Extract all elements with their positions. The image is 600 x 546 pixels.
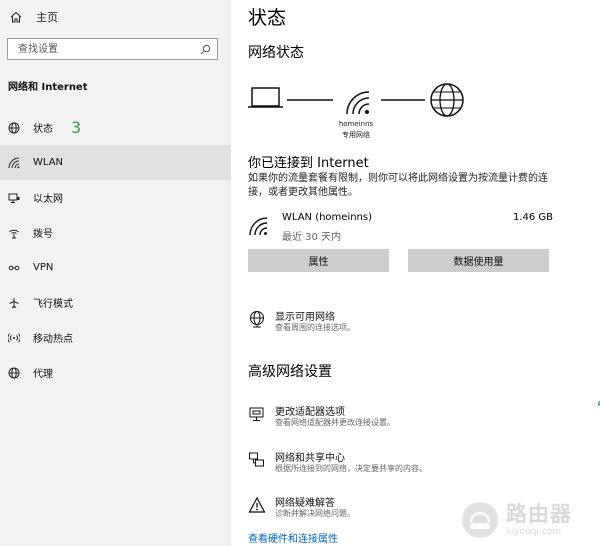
search-box[interactable] (7, 38, 218, 60)
sidebar-item-ethernet[interactable]: 以太网 (0, 180, 231, 215)
home-link[interactable]: 主页 (8, 8, 58, 26)
sidebar-item-vpn[interactable]: VPN (0, 250, 231, 285)
sidebar-item-label: WLAN (33, 157, 64, 168)
section-title: 网络和 Internet (8, 82, 88, 93)
connection-summary: WLAN (homeinns) 最近 30 天内 1.46 GB (248, 212, 553, 246)
search-input[interactable] (16, 42, 200, 56)
network-name: homeinns (338, 120, 374, 128)
sidebar-item-label: 移动热点 (33, 334, 73, 345)
sidebar-item-dialup[interactable]: 拨号 (0, 215, 231, 250)
sharing-center-subtitle: 根据所连接到的网络，决定要共享的内容。 (275, 464, 427, 473)
laptop-icon (248, 87, 283, 108)
troubleshooter-subtitle: 诊断并解决网络问题。 (275, 509, 355, 518)
step-annotation-3: 3 (71, 118, 82, 137)
wifi-icon (7, 156, 21, 170)
router-logo-icon (462, 502, 498, 538)
show-networks-title: 显示可用网络 (275, 312, 335, 323)
dialup-icon (7, 226, 21, 240)
data-used: 1.46 GB (512, 212, 553, 223)
wifi-icon (248, 216, 268, 240)
watermark-title: 路由器 (506, 501, 572, 526)
sidebar-item-airplane[interactable]: 飞行模式 (0, 285, 231, 320)
network-status-heading: 网络状态 (248, 45, 304, 61)
watermark: 路由器 luyouqi.com (460, 498, 596, 542)
sidebar-item-hotspot[interactable]: 移动热点 (0, 320, 231, 355)
network-type: 专用网络 (342, 131, 370, 139)
globe-network-icon (248, 310, 266, 328)
ethernet-monitor-icon (7, 191, 21, 205)
warning-icon (248, 496, 266, 514)
sidebar-item-label: VPN (33, 262, 54, 273)
change-adapter-title: 更改适配器选项 (275, 407, 345, 418)
hardware-properties-link[interactable]: 查看硬件和连接属性 (248, 530, 338, 545)
connected-title: 你已连接到 Internet (248, 156, 369, 171)
connection-name: WLAN (homeinns) (282, 212, 373, 223)
hotspot-icon (7, 331, 21, 345)
sharing-center-icon (248, 451, 266, 469)
sidebar-item-wlan[interactable]: WLAN (0, 145, 231, 180)
connection-period: 最近 30 天内 (282, 232, 342, 243)
sharing-center-title: 网络和共享中心 (275, 453, 345, 464)
advanced-settings-heading: 高级网络设置 (248, 364, 332, 380)
watermark-subtitle: luyouqi.com (506, 526, 562, 537)
show-networks-subtitle: 查看周围的连接选项。 (275, 323, 355, 332)
sidebar-item-label: 拨号 (33, 229, 53, 240)
adapter-monitor-icon (248, 405, 266, 423)
home-label: 主页 (36, 11, 58, 24)
troubleshooter-title: 网络疑难解答 (275, 498, 335, 509)
main-content: 状态 网络状态 homeinns 专用网络 你已连接到 Internet 如果你… (231, 0, 600, 546)
show-available-networks-link[interactable]: 显示可用网络 查看周围的连接选项。 (248, 308, 568, 338)
sidebar-item-label: 代理 (33, 369, 53, 380)
sidebar-item-status[interactable]: 状态 3 (0, 110, 231, 145)
sidebar-item-label: 飞行模式 (33, 299, 73, 310)
sidebar-item-proxy[interactable]: 代理 (0, 355, 231, 390)
globe-status-icon (7, 121, 21, 135)
search-icon[interactable] (200, 40, 211, 59)
sharing-center-link[interactable]: 网络和共享中心 根据所连接到的网络，决定要共享的内容。 (248, 449, 568, 479)
wifi-router-icon (346, 91, 370, 115)
change-adapter-options-link[interactable]: 更改适配器选项 查看网络适配器并更改连接设置。 (248, 403, 568, 433)
vpn-icon (7, 261, 21, 275)
globe-proxy-icon (7, 366, 21, 380)
sidebar-item-label: 以太网 (33, 194, 63, 205)
change-adapter-subtitle: 查看网络适配器并更改连接设置。 (275, 418, 395, 427)
properties-button[interactable]: 属性 (248, 249, 389, 272)
sidebar: 主页 网络和 Internet 状态 3 WLAN 以太网 拨号 (0, 0, 231, 546)
internet-globe-icon (430, 83, 464, 117)
page-title: 状态 (248, 7, 287, 29)
home-icon (8, 11, 24, 23)
airplane-icon (7, 296, 21, 310)
data-usage-button[interactable]: 数据使用量 (408, 249, 549, 272)
sidebar-item-label: 状态 (33, 124, 53, 135)
connected-description: 如果你的流量套餐有限制，则你可以将此网络设置为按流量计费的连接，或者更改其他属性… (248, 173, 548, 198)
